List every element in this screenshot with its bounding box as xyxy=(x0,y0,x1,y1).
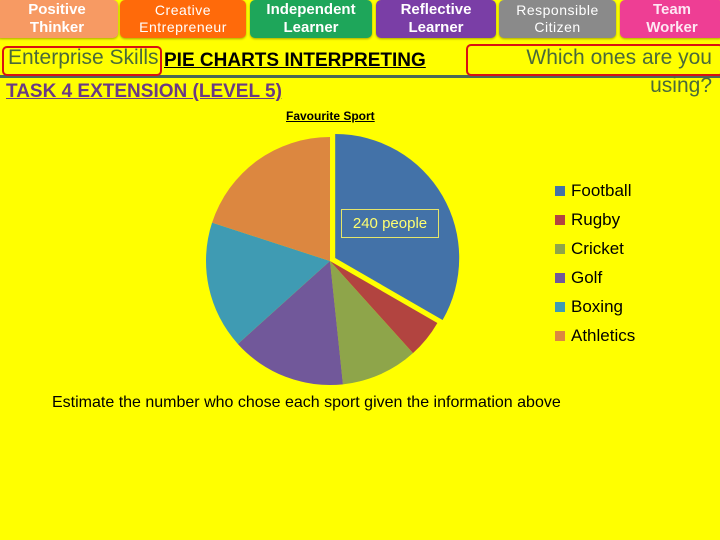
instruction-text: Estimate the number who chose each sport… xyxy=(52,394,561,411)
legend-swatch-football xyxy=(555,185,565,196)
legend-label: Athletics xyxy=(571,325,636,345)
legend-item-rugby: Rugby xyxy=(555,205,635,234)
legend-label: Cricket xyxy=(571,238,624,258)
legend-swatch-golf xyxy=(555,272,565,283)
legend-swatch-boxing xyxy=(555,301,565,312)
legend-item-boxing: Boxing xyxy=(555,292,635,321)
legend-label: Golf xyxy=(571,267,603,287)
legend-swatch-rugby xyxy=(555,214,565,225)
legend-label: Boxing xyxy=(571,296,623,316)
chart-legend: Football Rugby Cricket Golf Boxing Athletics xyxy=(555,176,635,350)
legend-label: Football xyxy=(571,180,632,200)
legend-swatch-athletics xyxy=(555,330,565,341)
legend-item-golf: Golf xyxy=(555,263,635,292)
legend-swatch-cricket xyxy=(555,243,565,254)
legend-label: Rugby xyxy=(571,209,621,229)
legend-item-football: Football xyxy=(555,176,635,205)
legend-item-cricket: Cricket xyxy=(555,234,635,263)
football-annotation: 240 people xyxy=(341,209,439,238)
legend-item-athletics: Athletics xyxy=(555,321,635,350)
